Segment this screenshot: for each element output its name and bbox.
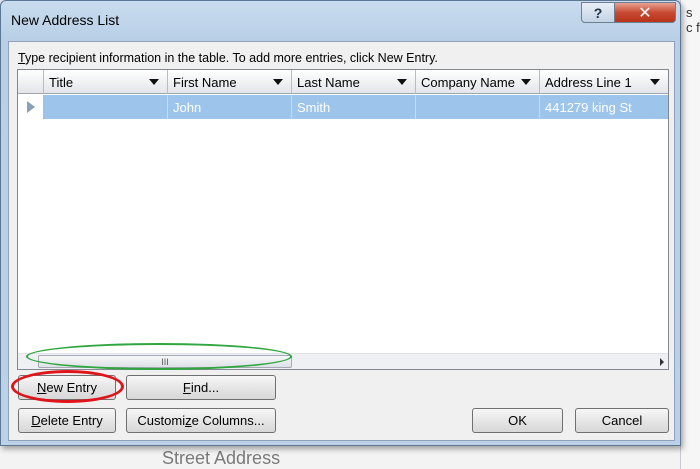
column-label: Company Name xyxy=(421,74,515,90)
cell-address-line-1[interactable]: 441279 king St xyxy=(540,95,668,119)
scrollbar-grip-icon: III xyxy=(161,356,169,367)
column-header-address-line-1[interactable]: Address Line 1 xyxy=(540,70,668,94)
grid-header-row: Title First Name Last Name Company Name … xyxy=(18,70,668,94)
ok-button[interactable]: OK xyxy=(472,408,563,433)
dropdown-arrow-icon[interactable] xyxy=(521,79,531,85)
new-entry-button[interactable]: New Entry xyxy=(18,375,116,400)
column-label: Address Line 1 xyxy=(545,74,632,90)
address-list-grid[interactable]: Title First Name Last Name Company Name … xyxy=(17,69,669,370)
cell-company-name[interactable] xyxy=(416,95,540,119)
find-button[interactable]: Find... xyxy=(126,375,276,400)
instructions-text: Type recipient information in the table.… xyxy=(18,51,438,65)
customize-columns-button[interactable]: Customi z e Columns... xyxy=(126,408,276,433)
dialog-title: New Address List xyxy=(11,12,120,28)
dropdown-arrow-icon[interactable] xyxy=(650,79,660,85)
find-accelerator: F xyxy=(182,380,191,395)
dialog-client-area: Type recipient information in the table.… xyxy=(8,41,675,441)
row-selector[interactable] xyxy=(18,95,44,119)
column-header-last-name[interactable]: Last Name xyxy=(292,70,416,94)
column-label: First Name xyxy=(173,74,237,90)
background-right-pane xyxy=(680,0,700,469)
help-button[interactable]: ? xyxy=(581,2,615,23)
column-header-first-name[interactable]: First Name xyxy=(168,70,292,94)
dropdown-arrow-icon[interactable] xyxy=(397,79,407,85)
cell-first-name[interactable]: John xyxy=(168,95,292,119)
dropdown-arrow-icon[interactable] xyxy=(273,79,283,85)
horizontal-scrollbar[interactable]: III xyxy=(18,353,668,369)
grid-corner-cell xyxy=(18,70,44,94)
column-label: Last Name xyxy=(297,74,360,90)
instructions-accelerator: T xyxy=(18,51,25,65)
find-label: ind... xyxy=(190,380,220,395)
new-entry-label: ew Entry xyxy=(46,380,97,395)
scrollbar-thumb[interactable]: III xyxy=(38,355,292,368)
table-row[interactable]: John Smith 441279 king St xyxy=(18,95,668,119)
scroll-right-arrow-icon[interactable] xyxy=(660,358,664,366)
close-button[interactable]: ✕ xyxy=(614,2,676,23)
cancel-button[interactable]: Cancel xyxy=(575,408,669,433)
column-label: Title xyxy=(49,74,74,90)
delete-entry-label: elete Entry xyxy=(40,413,103,428)
column-header-title[interactable]: Title xyxy=(44,70,168,94)
customize-label-end: e Columns... xyxy=(191,413,265,428)
new-entry-accelerator: N xyxy=(37,380,47,395)
customize-label-start: Customi xyxy=(137,413,186,428)
instructions-body: ype recipient information in the table. … xyxy=(24,51,438,65)
current-row-arrow-icon xyxy=(26,101,35,113)
background-document-text: Street Address xyxy=(162,448,281,468)
background-pane-text-2: c f xyxy=(686,20,700,35)
column-header-company-name[interactable]: Company Name xyxy=(416,70,540,94)
delete-entry-button[interactable]: Delete Entry xyxy=(18,408,116,433)
dropdown-arrow-icon[interactable] xyxy=(149,79,159,85)
delete-entry-accelerator: D xyxy=(31,413,41,428)
cell-last-name[interactable]: Smith xyxy=(292,95,416,119)
background-pane-text-1: s xyxy=(686,5,693,20)
new-address-list-dialog: New Address List ? ✕ Type recipient info… xyxy=(0,0,681,446)
cell-title[interactable] xyxy=(44,95,168,119)
